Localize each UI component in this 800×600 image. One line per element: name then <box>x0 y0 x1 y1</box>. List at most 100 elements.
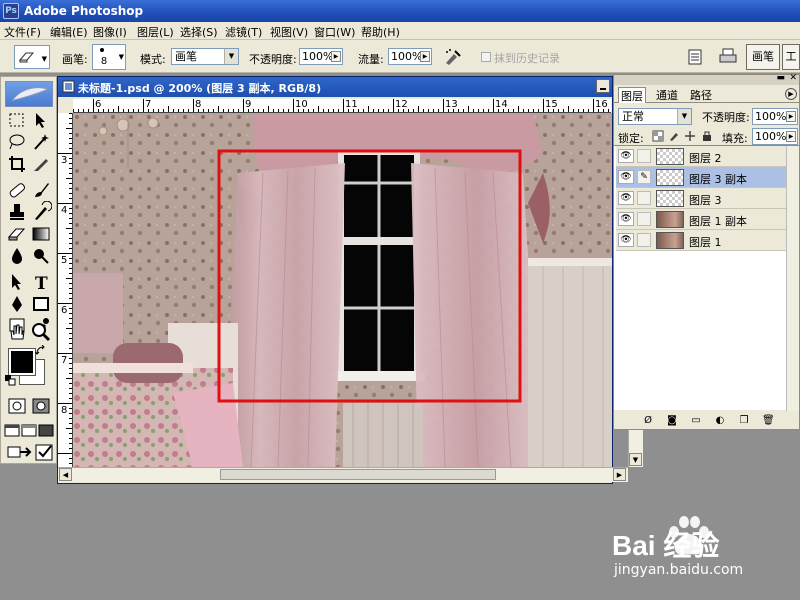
eye-icon[interactable]: 👁 <box>618 170 634 184</box>
blur-tool-icon[interactable] <box>6 245 28 267</box>
eye-icon[interactable]: 👁 <box>618 149 634 163</box>
document-title-bar[interactable]: 未标题-1.psd @ 200% (图层 3 副本, RGB/8) <box>58 77 612 97</box>
slider-arrow-icon[interactable]: ▶ <box>786 111 796 122</box>
path-selection-tool-icon[interactable] <box>6 271 28 293</box>
fill-input[interactable]: 100% ▶ <box>752 128 798 145</box>
link-slot[interactable] <box>637 149 651 163</box>
tool-preset-picker[interactable]: ▼ <box>14 45 50 69</box>
layers-scrollbar[interactable] <box>786 146 799 411</box>
tab-channels[interactable]: 通道 <box>654 87 680 103</box>
link-slot[interactable] <box>637 233 651 247</box>
slider-arrow-icon[interactable]: ▶ <box>420 51 430 62</box>
menu-window[interactable]: 窗口(W) <box>314 24 355 40</box>
standard-screen-mode-icon[interactable] <box>4 419 20 441</box>
slice-tool-icon[interactable] <box>30 153 52 175</box>
full-screen-mode-icon[interactable] <box>38 419 54 441</box>
magic-wand-tool-icon[interactable] <box>30 131 52 153</box>
crop-tool-icon[interactable] <box>6 153 28 175</box>
layer-row[interactable]: 👁 ✎ 图层 3 副本 <box>616 167 786 188</box>
add-mask-icon[interactable]: ◙ <box>666 415 678 427</box>
erase-to-history-checkbox[interactable] <box>481 52 491 62</box>
adobe-feather-icon[interactable] <box>5 81 53 107</box>
image-canvas[interactable] <box>73 113 612 467</box>
eye-icon[interactable]: 👁 <box>618 212 634 226</box>
history-brush-tool-icon[interactable] <box>30 201 52 223</box>
gradient-tool-icon[interactable] <box>30 223 52 245</box>
scroll-thumb[interactable] <box>220 469 496 480</box>
jump-to-imageready-icon[interactable] <box>6 441 34 463</box>
print-icon[interactable] <box>719 48 737 64</box>
layer-row[interactable]: 👁 图层 2 <box>616 146 786 167</box>
menu-edit[interactable]: 编辑(E) <box>50 24 88 40</box>
menu-view[interactable]: 视图(V) <box>270 24 308 40</box>
scroll-down-arrow-icon[interactable]: ▼ <box>629 453 642 466</box>
swap-colors-icon[interactable] <box>35 345 47 357</box>
ruler-tick <box>593 99 594 112</box>
menu-file[interactable]: 文件(F) <box>4 24 41 40</box>
link-slot[interactable] <box>637 191 651 205</box>
eraser-tool-icon[interactable] <box>6 223 28 245</box>
default-colors-icon[interactable] <box>5 375 17 387</box>
ruler-tick <box>218 106 219 112</box>
scroll-left-arrow-icon[interactable]: ◀ <box>59 468 72 481</box>
file-browser-icon[interactable] <box>688 49 702 65</box>
palette-menu-icon[interactable]: ▶ <box>785 88 797 100</box>
menu-layer[interactable]: 图层(L) <box>137 24 174 40</box>
type-tool-icon[interactable]: T <box>30 271 52 293</box>
brush-tool-icon[interactable] <box>30 179 52 201</box>
slider-arrow-icon[interactable]: ▶ <box>331 51 341 62</box>
healing-brush-tool-icon[interactable] <box>6 179 28 201</box>
move-tool-icon[interactable] <box>30 109 52 131</box>
eye-icon[interactable]: 👁 <box>618 191 634 205</box>
mode-select[interactable]: 画笔 ▼ <box>171 48 239 65</box>
slider-arrow-icon[interactable]: ▶ <box>786 131 796 142</box>
palette-drag-bar[interactable]: ▬ ✕ <box>614 73 799 85</box>
layer-row[interactable]: 👁 图层 3 <box>616 188 786 209</box>
layer-opacity-input[interactable]: 100% ▶ <box>752 108 798 125</box>
airbrush-icon[interactable] <box>443 48 463 66</box>
scroll-right-arrow-icon[interactable]: ▶ <box>613 468 626 481</box>
shape-tool-icon[interactable] <box>30 293 52 315</box>
dodge-tool-icon[interactable] <box>30 245 52 267</box>
new-layer-icon[interactable]: ❐ <box>738 415 750 427</box>
menu-filter[interactable]: 滤镜(T) <box>225 24 262 40</box>
minimize-button[interactable] <box>596 79 610 93</box>
trash-icon[interactable]: 🗑 <box>762 415 775 427</box>
full-screen-menu-mode-icon[interactable] <box>21 419 37 441</box>
foreground-color-swatch[interactable] <box>8 348 36 376</box>
horizontal-scrollbar[interactable]: ◀ ▶ <box>58 467 628 482</box>
layer-opacity-label: 不透明度: <box>702 111 750 124</box>
close-icon[interactable]: ✕ <box>789 73 797 83</box>
layer-row[interactable]: 👁 图层 1 副本 <box>616 209 786 230</box>
marquee-tool-icon[interactable] <box>6 109 28 131</box>
menu-image[interactable]: 图像(I) <box>93 24 127 40</box>
eye-icon[interactable]: 👁 <box>618 233 634 247</box>
menu-select[interactable]: 选择(S) <box>180 24 218 40</box>
watermark-brand: Bai 经验 <box>612 530 720 561</box>
flow-input[interactable]: 100% ▶ <box>388 48 432 65</box>
new-adjustment-layer-icon[interactable]: ◐ <box>714 415 726 427</box>
brush-edit-icon[interactable]: ✎ <box>637 170 651 184</box>
ruler-tick <box>69 408 72 409</box>
layer-style-icon[interactable]: Ø <box>642 415 654 427</box>
quick-mask-mode-icon[interactable] <box>30 395 52 417</box>
link-slot[interactable] <box>637 212 651 226</box>
tab-layers[interactable]: 图层 <box>618 87 646 103</box>
standard-mode-icon[interactable] <box>6 395 28 417</box>
pen-tool-icon[interactable] <box>6 293 28 315</box>
brush-size-picker[interactable]: 8 ▼ <box>92 44 126 70</box>
blend-mode-select[interactable]: 正常 ▼ <box>618 108 692 125</box>
hand-tool-icon[interactable] <box>6 321 28 343</box>
opacity-input[interactable]: 100% ▶ <box>299 48 343 65</box>
check-icon[interactable] <box>34 441 56 463</box>
tab-paths[interactable]: 路径 <box>688 87 714 103</box>
palette-well-brushes-tab[interactable]: 画笔 <box>746 44 780 70</box>
clone-stamp-tool-icon[interactable] <box>6 201 28 223</box>
lasso-tool-icon[interactable] <box>6 131 28 153</box>
palette-well-presets-tab[interactable]: 工具预设 <box>782 44 800 70</box>
layer-row[interactable]: 👁 图层 1 <box>616 230 786 251</box>
menu-help[interactable]: 帮助(H) <box>361 24 400 40</box>
zoom-tool-icon[interactable] <box>30 321 52 343</box>
minimize-icon[interactable]: ▬ <box>776 73 785 83</box>
new-set-icon[interactable]: ▭ <box>690 415 702 427</box>
